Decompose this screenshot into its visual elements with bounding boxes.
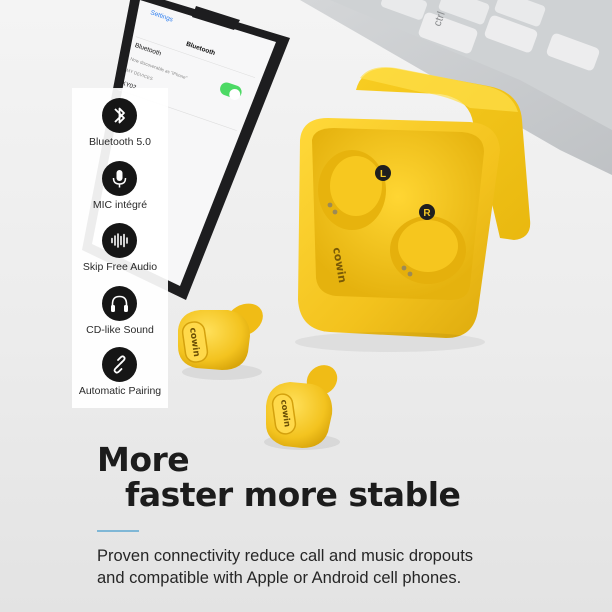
description-line-2: and compatible with Apple or Android cel… <box>97 569 462 587</box>
product-banner: ctrl Settings Bluetooth Bluetooth Now di… <box>0 0 612 612</box>
link-icon <box>102 347 137 382</box>
bluetooth-icon <box>102 98 137 133</box>
headphones-icon <box>102 286 137 321</box>
feature-label: Automatic Pairing <box>78 385 162 397</box>
feature-list: Bluetooth 5.0 MIC intégré Skip Free Audi… <box>72 88 168 408</box>
feature-label: Skip Free Audio <box>82 261 158 273</box>
svg-text:R: R <box>423 208 431 219</box>
svg-text:L: L <box>380 169 386 180</box>
accent-divider <box>97 530 139 532</box>
headline-line-1: More <box>97 440 190 479</box>
sound-wave-icon <box>102 223 137 258</box>
microphone-icon <box>102 161 137 196</box>
description: Proven connectivity reduce call and musi… <box>97 545 597 589</box>
feature-label: MIC intégré <box>92 199 148 211</box>
feature-label: Bluetooth 5.0 <box>89 136 151 148</box>
feature-label: CD-like Sound <box>86 324 154 336</box>
description-line-1: Proven connectivity reduce call and musi… <box>97 547 474 565</box>
headline-line-2: faster more stable <box>125 475 461 514</box>
